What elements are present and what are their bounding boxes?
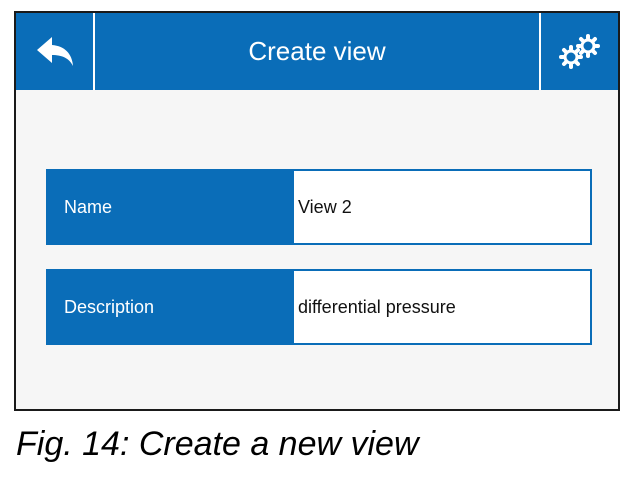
page-title: Create view	[248, 36, 386, 66]
back-button[interactable]	[16, 13, 95, 90]
header-bar: Create view	[16, 13, 618, 90]
gears-icon	[558, 33, 600, 69]
settings-button[interactable]	[539, 13, 618, 90]
description-field-row: Description differential pressure	[46, 269, 592, 345]
description-label: Description	[48, 271, 294, 343]
back-arrow-icon	[36, 36, 73, 66]
name-input[interactable]: View 2	[294, 171, 590, 243]
name-label: Name	[48, 171, 294, 243]
figure-caption: Fig. 14: Create a new view	[16, 425, 419, 463]
name-field-row: Name View 2	[46, 169, 592, 245]
description-input[interactable]: differential pressure	[294, 271, 590, 343]
app-screen: Create view Name View 2 Description diff…	[14, 11, 620, 411]
